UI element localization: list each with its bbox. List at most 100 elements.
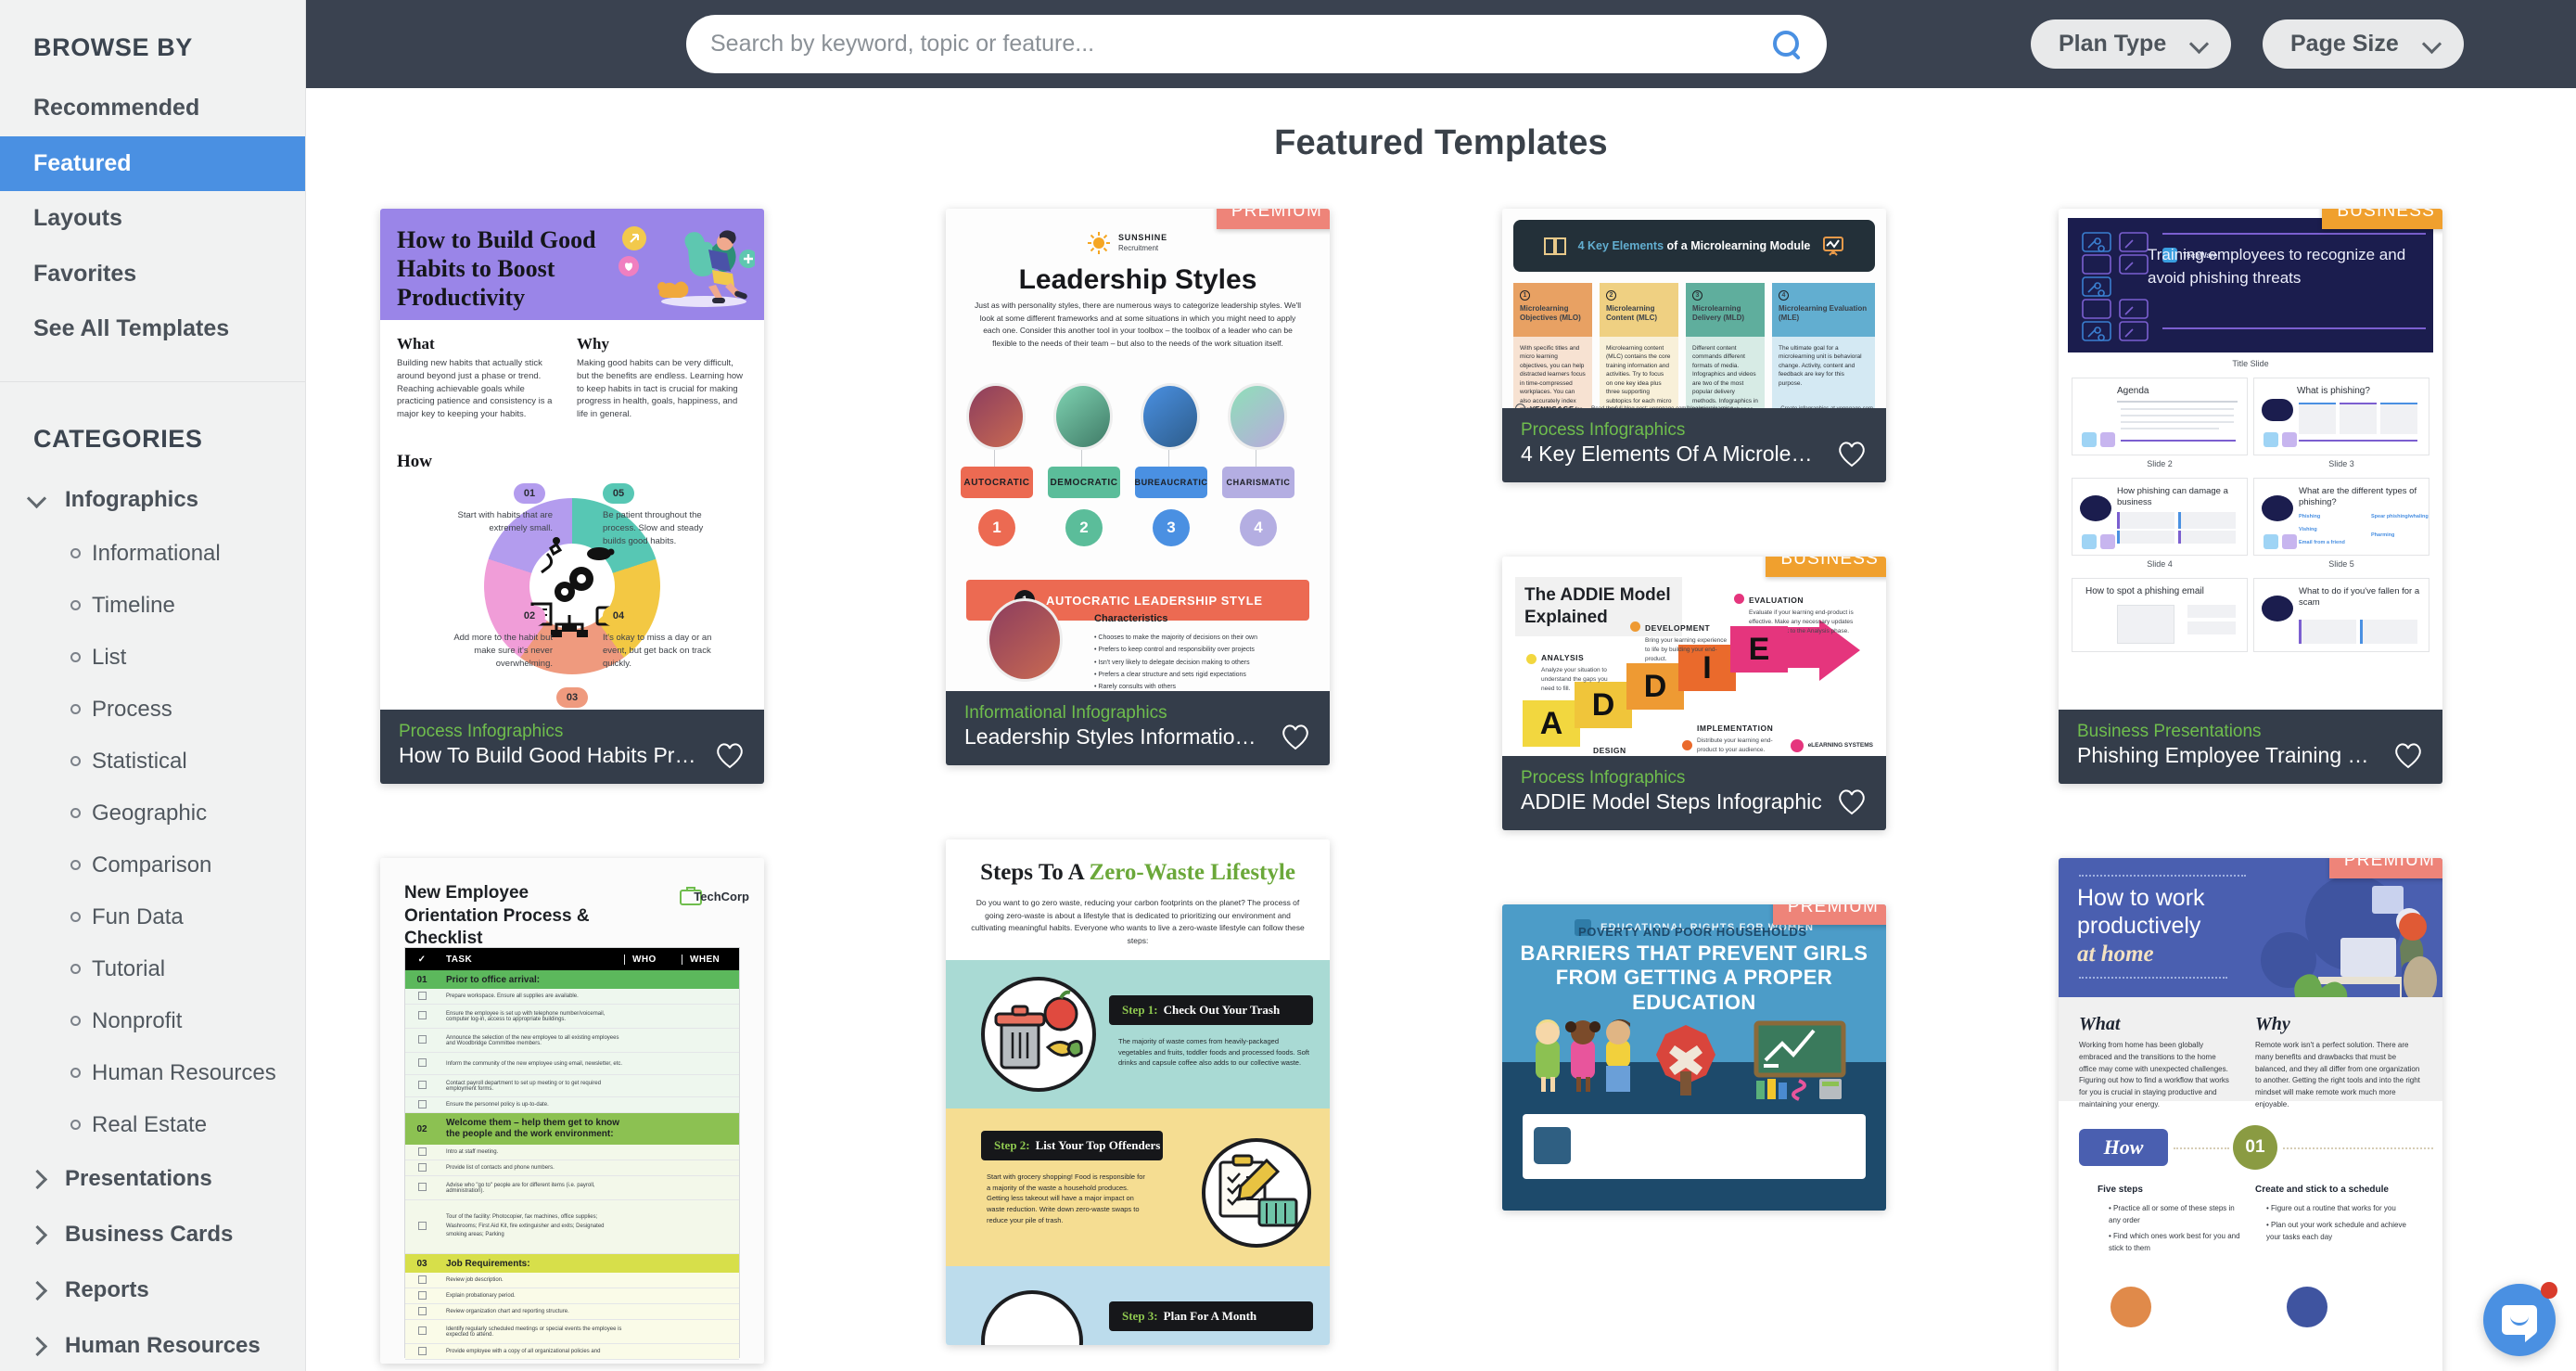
addie-dot-analysis [1526,654,1537,664]
checkbox[interactable] [417,1326,427,1335]
row-task: Explain probationary period. [446,1293,516,1299]
category-group-label: Infographics [65,486,199,512]
category-item-human-resources[interactable]: Human Resources [0,1047,305,1099]
checkbox[interactable] [417,1290,427,1300]
category-group-presentations[interactable]: Presentations [0,1151,305,1207]
badge-premium: PREMIUM [1216,209,1330,229]
template-card-orientation[interactable]: New Employee Orientation Process & Check… [380,858,764,1364]
category-group-infographics[interactable]: Infographics [0,472,305,528]
template-card-zerowaste[interactable]: Steps To A Zero-Waste Lifestyle Do you w… [946,839,1330,1345]
favorite-heart-icon[interactable] [1836,788,1868,815]
category-item-real-estate[interactable]: Real Estate [0,1099,305,1151]
smile-icon [2510,1316,2529,1326]
table-row: Explain probationary period. [405,1288,739,1304]
category-item-process[interactable]: Process [0,684,305,736]
category-item-timeline[interactable]: Timeline [0,580,305,632]
page-size-filter[interactable]: Page Size [2263,19,2464,69]
card-title: Phishing Employee Training Presentation [2077,743,2379,768]
template-card-phishing[interactable]: BUSINESS TechWare Training employees to … [2059,209,2442,784]
presentation-chart-icon [1823,237,1844,256]
wfh-left-heading: Five steps [2098,1185,2143,1195]
table-row: Announce the selection of the new employ… [405,1029,739,1053]
addie-step-text-analysis: Analyze your situation to understand the… [1541,667,1608,692]
checkbox[interactable] [417,1346,427,1355]
category-item-statistical[interactable]: Statistical [0,736,305,788]
template-card-habits[interactable]: How to Build Good Habits to Boost Produc… [380,209,764,784]
column-header-task: TASK [446,954,473,965]
favorite-heart-icon[interactable] [1836,440,1868,468]
category-group-reports[interactable]: Reports [0,1262,305,1318]
category-group-business-cards[interactable]: Business Cards [0,1207,305,1262]
checkbox[interactable] [417,1183,427,1191]
table-row: Review organization chart and reporting … [405,1304,739,1320]
zerowaste-step-1-body: The majority of waste comes from heavily… [1118,1037,1309,1068]
favorite-heart-icon[interactable] [1280,723,1311,750]
search-bar[interactable] [686,15,1827,73]
orientation-brand: TechCorp [694,890,749,903]
checkbox[interactable] [417,991,427,1000]
chevron-right-icon [28,1280,48,1301]
template-thumbnail: New Employee Orientation Process & Check… [380,858,764,1364]
template-card-wfh[interactable]: PREMIUM How to work productively at home [2059,858,2442,1371]
template-card-leadership[interactable]: PREMIUM SUNSHINE Recruitment Leadership … [946,209,1330,765]
list-item: • Prefers a clear structure and sets rig… [1094,671,1246,678]
checkbox[interactable] [417,1306,427,1315]
circuit-chip-icon [2100,432,2115,447]
search-input[interactable] [710,31,1771,58]
runner-illustration-icon [618,226,755,307]
plan-type-filter[interactable]: Plan Type [2031,19,2232,69]
sidebar-item-recommended[interactable]: Recommended [0,81,305,136]
card-title: How To Build Good Habits Process Infogra… [399,743,701,768]
column-header: 3 Microlearning Delivery (MLD) [1686,283,1765,337]
skull-icon [2080,495,2111,521]
template-card-micro[interactable]: 4 Key Elements of a Microlearning Module… [1502,209,1886,482]
checkbox[interactable] [417,1162,427,1172]
checkbox[interactable] [417,1222,427,1230]
top-bar: Plan Type Page Size [306,0,2576,88]
category-item-geographic[interactable]: Geographic [0,788,305,839]
sidebar-item-featured[interactable]: Featured [0,135,305,191]
grid-column-3: 4 Key Elements of a Microlearning Module… [1502,209,1886,1285]
category-group-label: Business Cards [65,1221,234,1247]
category-group-human-resources[interactable]: Human Resources [0,1318,305,1371]
card-caption: Process Infographics 4 Key Elements Of A… [1502,407,1886,482]
sidebar-item-favorites[interactable]: Favorites [0,247,305,302]
category-item-fun-data[interactable]: Fun Data [0,891,305,943]
chat-widget-button[interactable] [2483,1282,2557,1356]
zerowaste-step-1-header: Step 1: Check Out Your Trash [1109,995,1313,1025]
leadership-heading: Leadership Styles [1018,264,1257,295]
favorite-heart-icon[interactable] [2392,741,2424,769]
card-title: ADDIE Model Steps Infographic [1521,789,1822,814]
addie-step-label-development: DEVELOPMENT [1645,623,1711,633]
checkbox[interactable] [417,1147,427,1156]
leadership-style-label-1: AUTOCRATIC [961,467,1033,498]
column-header: 4 Microlearning Evaluation (MLE) [1772,283,1875,337]
sidebar-item-see-all-templates[interactable]: See All Templates [0,301,305,357]
heading-dark: Steps To A [980,860,1084,885]
checkbox[interactable] [417,1099,427,1108]
checkbox[interactable] [417,1058,427,1067]
template-card-barriers[interactable]: PREMIUM EDUCATIONAL RIGHTS FOR WOMEN BAR… [1502,904,1886,1211]
circuit-chip-icon [2100,534,2115,549]
habits-step-text-04: It's okay to miss a day or an event, but… [603,633,712,669]
sidebar-item-layouts[interactable]: Layouts [0,191,305,247]
template-thumbnail: EDUCATIONAL RIGHTS FOR WOMEN BARRIERS TH… [1502,904,1886,1211]
template-card-addie[interactable]: BUSINESS The ADDIE Model Explained A D D… [1502,557,1886,830]
category-item-list[interactable]: List [0,632,305,684]
checkbox[interactable] [417,1035,427,1044]
section-num: 01 [416,974,427,985]
leadership-avatar-3 [1141,383,1200,450]
checkbox[interactable] [417,1081,427,1089]
checkbox[interactable] [417,1275,427,1284]
card-category: Process Infographics [1521,767,1686,788]
search-icon[interactable] [1771,29,1803,60]
category-item-comparison[interactable]: Comparison [0,839,305,891]
category-item-nonprofit[interactable]: Nonprofit [0,995,305,1047]
checkbox[interactable] [417,1011,427,1019]
favorite-heart-icon[interactable] [714,741,746,769]
phishing-slide-6: How to spot a phishing email [2072,578,2248,652]
category-item-tutorial[interactable]: Tutorial [0,943,305,995]
table-section-row: 02 Welcome them – help them get to know … [405,1113,739,1145]
category-item-informational[interactable]: Informational [0,528,305,580]
bullet-ring-icon [70,860,81,870]
